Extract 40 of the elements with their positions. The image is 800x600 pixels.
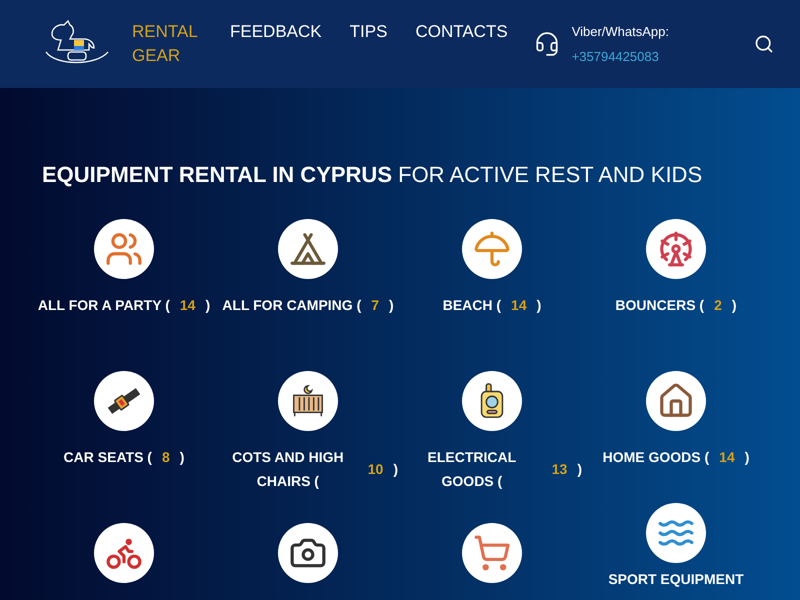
closing-parenthesis: ) bbox=[393, 460, 398, 479]
category-name[interactable]: HOME GOODS ( bbox=[602, 445, 710, 469]
closing-parenthesis: ) bbox=[744, 448, 750, 467]
closing-parenthesis: ) bbox=[389, 296, 394, 315]
headset-icon bbox=[534, 31, 560, 57]
category-name[interactable]: ALL FOR CAMPING ( bbox=[222, 293, 362, 317]
category-count: 8 bbox=[160, 448, 171, 466]
category-name[interactable]: COTS AND HIGH CHAIRS ( bbox=[218, 445, 358, 493]
category-count: 14 bbox=[510, 296, 528, 314]
category-count: 7 bbox=[370, 296, 380, 314]
category-name[interactable]: BOUNCERS ( bbox=[615, 293, 704, 317]
ferris-wheel-icon bbox=[657, 230, 695, 268]
category-name[interactable]: ALL FOR A PARTY ( bbox=[38, 293, 170, 317]
closing-parenthesis: ) bbox=[577, 460, 582, 479]
category-name[interactable]: BEACH ( bbox=[442, 293, 502, 317]
category-count: 14 bbox=[718, 448, 736, 466]
category-count: 13 bbox=[550, 460, 568, 478]
beach-umbrella-icon bbox=[473, 230, 511, 268]
tent-icon bbox=[289, 230, 327, 268]
closing-parenthesis: ) bbox=[536, 296, 542, 315]
page-heading: EQUIPMENT RENTAL IN CYPRUS FOR ACTIVE REST AND KIDS bbox=[42, 161, 704, 189]
closing-parenthesis: ) bbox=[205, 296, 210, 315]
people-icon bbox=[105, 230, 143, 268]
nav-link[interactable]: TIPS bbox=[350, 20, 388, 44]
category-count: 2 bbox=[713, 296, 723, 314]
category-count: 14 bbox=[178, 296, 196, 314]
category-name[interactable]: ELECTRICAL GOODS ( bbox=[402, 445, 542, 493]
nav-link[interactable]: CONTACTS bbox=[415, 20, 508, 44]
closing-parenthesis: ) bbox=[180, 448, 184, 467]
cart-icon bbox=[473, 534, 511, 572]
house-icon bbox=[657, 382, 695, 420]
category-count: 10 bbox=[366, 460, 384, 478]
category-name[interactable]: CAR SEATS ( bbox=[64, 445, 152, 469]
closing-parenthesis: ) bbox=[732, 296, 737, 315]
nav-link[interactable]: FEEDBACK bbox=[230, 20, 322, 44]
category-name[interactable]: SPORT EQUIPMENT bbox=[608, 567, 744, 591]
phone-link[interactable]: +35794425083 bbox=[572, 47, 669, 66]
nav-link[interactable]: RENTAL GEAR bbox=[132, 20, 202, 68]
search-icon[interactable] bbox=[754, 34, 774, 54]
contact-label: Viber/WhatsApp: bbox=[572, 22, 669, 41]
